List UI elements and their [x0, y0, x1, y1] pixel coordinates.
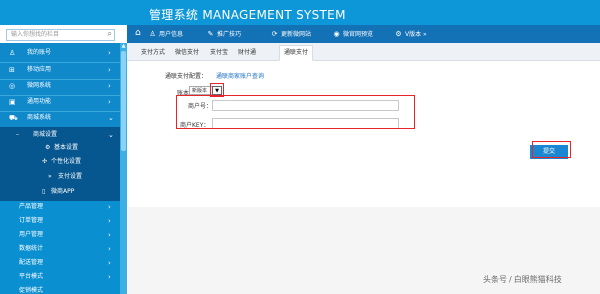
nav-item-site-preview[interactable]: ◉ 微官网预览 [333, 29, 373, 40]
nav-item-promo-tips[interactable]: ✎ 推广技巧 [207, 29, 241, 40]
sidebar-item-mall-system[interactable]: ⛟ 商城系统 ⌄ [0, 110, 118, 126]
top-header: 管理系统 MANAGEMENT SYSTEM [0, 0, 600, 25]
tabs-strip: 支付方式 微信支付 支付宝 财付通 通联支付 [127, 43, 600, 61]
sidebar-search-input[interactable]: 输入你想找的栏目 ⌕ [6, 29, 115, 41]
scroll-up-icon[interactable]: ▲ [120, 43, 127, 50]
tab-wechat-pay[interactable]: 微信支付 [171, 45, 203, 61]
cart-icon: ⛟ [9, 114, 18, 122]
chevron-right-icon: » [421, 31, 427, 38]
sidebar-item-payment-settings[interactable]: » 支付设置 [0, 170, 118, 184]
sidebar-item-basic-settings[interactable]: ⚙ 基本设置 [0, 141, 118, 155]
phone-icon: ▯ [42, 188, 46, 195]
eye-icon: ◉ [333, 30, 340, 38]
chevron-right-icon: › [108, 98, 111, 106]
sidebar-scrollbar-thumb[interactable] [121, 51, 126, 151]
user-icon: ♙ [9, 49, 16, 57]
sidebar-item-wechat-app[interactable]: ▯ 微商APP [0, 185, 118, 199]
sidebar-item-mall-settings[interactable]: – 商城设置 ⌄ [0, 128, 118, 142]
mall-submenu: – 商城设置 ⌄ ⚙ 基本设置 ✣ 个性化设置 » 支付设置 ▯ 微商APP [0, 127, 120, 201]
chevron-down-icon: ⌄ [108, 114, 114, 122]
chevron-right-icon: › [108, 66, 111, 74]
merchant-query-link[interactable]: 通联商家账户查询 [216, 71, 264, 80]
fields-highlight-box [176, 95, 415, 129]
sidebar-item-mobile-apps[interactable]: ⊞ 移动应用 › [0, 62, 118, 78]
sidebar: ♙ 我的账号 › ⊞ 移动应用 › ◎ 微网系统 › ▣ 通用功能 › ⛟ 商城… [0, 43, 127, 294]
sidebar-item-my-account[interactable]: ♙ 我的账号 › [0, 45, 118, 61]
grid-icon: ⊞ [9, 66, 15, 74]
tab-allinpay[interactable]: 通联支付 [279, 45, 314, 61]
dash-icon: – [16, 131, 19, 138]
config-label: 通联支付配置： [165, 73, 208, 80]
double-chevron-icon: » [48, 173, 52, 180]
chevron-right-icon: › [108, 82, 111, 90]
tab-alipay[interactable]: 支付宝 [206, 45, 232, 61]
refresh-icon: ⟳ [271, 30, 278, 38]
version-icon: ⚙ [395, 30, 402, 38]
briefcase-icon: ▣ [9, 98, 16, 106]
sidebar-item-common-functions[interactable]: ▣ 通用功能 › [0, 94, 118, 110]
nav-bar: ⌂ ♙ 用户信息 ✎ 推广技巧 ⟳ 更新微网站 ◉ 微官网预览 ⚙ V版本 » [127, 25, 600, 43]
submit-highlight-box [532, 141, 571, 158]
chevron-right-icon: › [108, 49, 111, 57]
nav-item-version[interactable]: ⚙ V版本 » [395, 29, 427, 40]
tab-tenpay[interactable]: 财付通 [234, 45, 260, 61]
main-content: 支付方式 微信支付 支付宝 财付通 通联支付 通联支付配置： 通联商家账户查询 … [127, 43, 600, 294]
search-placeholder: 输入你想找的栏目 [11, 31, 60, 38]
chevron-down-icon: ⌄ [108, 131, 114, 139]
nav-item-user-info[interactable]: ♙ 用户信息 [149, 29, 183, 40]
home-icon[interactable]: ⌂ [135, 28, 141, 38]
globe-icon: ◎ [9, 82, 16, 90]
sidebar-item-micro-site[interactable]: ◎ 微网系统 › [0, 78, 118, 94]
nav-item-update-site[interactable]: ⟳ 更新微网站 [271, 29, 311, 40]
sliders-icon: ✣ [42, 158, 48, 165]
megaphone-icon: ✎ [207, 30, 214, 38]
sidebar-item-promo-mode[interactable]: 促销模式 [0, 283, 118, 294]
user-icon: ♙ [149, 30, 156, 38]
tab-payment-methods[interactable]: 支付方式 [137, 45, 169, 61]
gear-icon: ⚙ [45, 144, 51, 151]
search-icon[interactable]: ⌕ [108, 29, 112, 39]
watermark: 头条号 / 白眼熊猫科技 [483, 275, 562, 284]
app-title: 管理系统 MANAGEMENT SYSTEM [149, 8, 346, 22]
sidebar-item-personalization[interactable]: ✣ 个性化设置 [0, 155, 118, 169]
